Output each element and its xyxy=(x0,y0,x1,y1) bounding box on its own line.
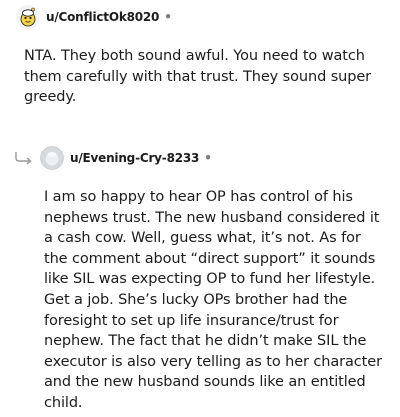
user-avatar[interactable] xyxy=(16,5,40,29)
username-link[interactable]: u/ConflictOk8020 xyxy=(46,10,159,24)
meta-separator: • xyxy=(204,151,212,165)
snoo-avatar-icon xyxy=(16,5,40,29)
reply-arrow-icon xyxy=(15,152,32,165)
user-avatar[interactable] xyxy=(40,146,64,170)
default-avatar-icon xyxy=(40,146,64,170)
username-link[interactable]: u/Evening-Cry-8233 xyxy=(70,151,199,165)
comment-body: I am so happy to hear OP has control of … xyxy=(44,189,382,411)
meta-separator: • xyxy=(164,10,172,24)
comment-header: u/ConflictOk8020 • xyxy=(16,4,172,30)
comment-header: u/Evening-Cry-8233 • xyxy=(14,146,212,170)
comment-body: NTA. They both sound awful. You need to … xyxy=(24,48,372,106)
